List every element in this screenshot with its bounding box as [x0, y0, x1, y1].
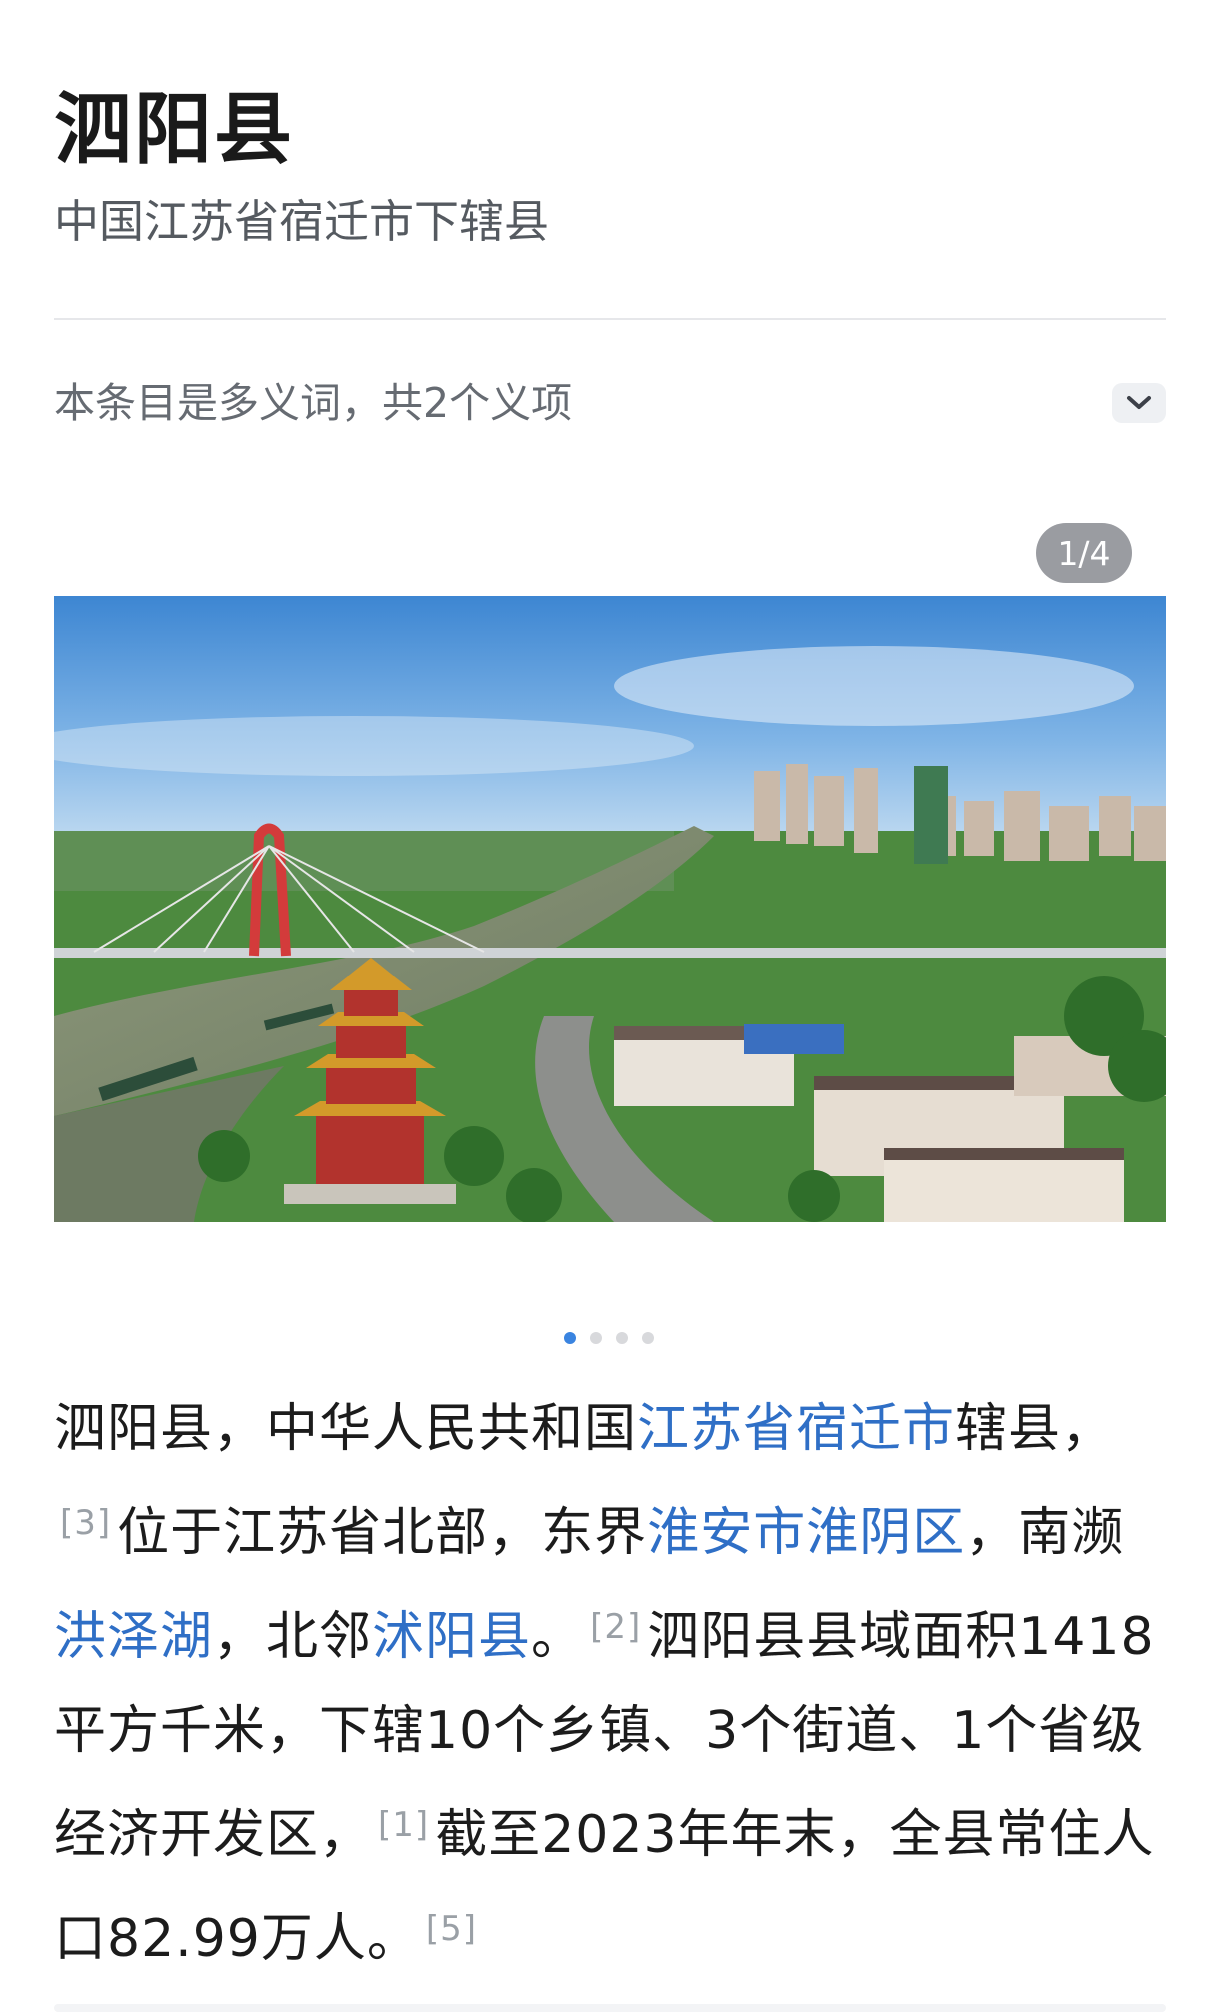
- polysemy-text: 本条目是多义词，共2个义项: [54, 379, 573, 427]
- reference-3[interactable]: [3]: [60, 1503, 111, 1543]
- header-divider: [54, 318, 1166, 320]
- reference-5[interactable]: [5]: [426, 1909, 477, 1949]
- reference-1[interactable]: [1]: [378, 1805, 429, 1845]
- link-shuyang[interactable]: 沭阳县: [372, 1607, 531, 1667]
- polysemy-bar[interactable]: 本条目是多义词，共2个义项: [54, 370, 1166, 436]
- gallery-dot-4[interactable]: [642, 1332, 654, 1344]
- summary-text: ，北邻: [213, 1607, 373, 1667]
- link-hongze-lake[interactable]: 洪泽湖: [54, 1607, 213, 1667]
- gallery-counter: 1/4: [1036, 523, 1132, 583]
- article-summary: 泗阳县，中华人民共和国江苏省宿迁市辖县，[3] 位于江苏省北部，东界淮安市淮阴区，…: [54, 1382, 1166, 1986]
- gallery-dot-1[interactable]: [564, 1332, 576, 1344]
- expand-polysemy-button[interactable]: [1112, 383, 1166, 423]
- gallery-dot-3[interactable]: [616, 1332, 628, 1344]
- reference-2[interactable]: [2]: [590, 1607, 641, 1647]
- gallery-dot-2[interactable]: [590, 1332, 602, 1344]
- gallery-pagination: [564, 1332, 654, 1344]
- next-section-edge: [54, 2004, 1166, 2012]
- summary-text: 辖县，: [955, 1399, 1115, 1459]
- link-huaian-huaiyin[interactable]: 淮安市淮阴区: [647, 1503, 965, 1563]
- chevron-down-icon: [1127, 396, 1151, 409]
- article-header: 泗阳县 中国江苏省宿迁市下辖县: [54, 80, 1166, 252]
- summary-text: 泗阳县，中华人民共和国: [54, 1399, 638, 1459]
- page-subtitle: 中国江苏省宿迁市下辖县: [54, 195, 550, 248]
- summary-text: 位于江苏省北部，东界: [117, 1503, 648, 1563]
- page-title: 泗阳县: [54, 85, 295, 175]
- gallery-image[interactable]: [54, 596, 1166, 1222]
- aerial-photo: [54, 596, 1166, 1222]
- link-jiangsu-suqian[interactable]: 江苏省宿迁市: [637, 1399, 955, 1459]
- summary-text: ，南濒: [965, 1503, 1125, 1563]
- summary-text: 。: [531, 1607, 585, 1667]
